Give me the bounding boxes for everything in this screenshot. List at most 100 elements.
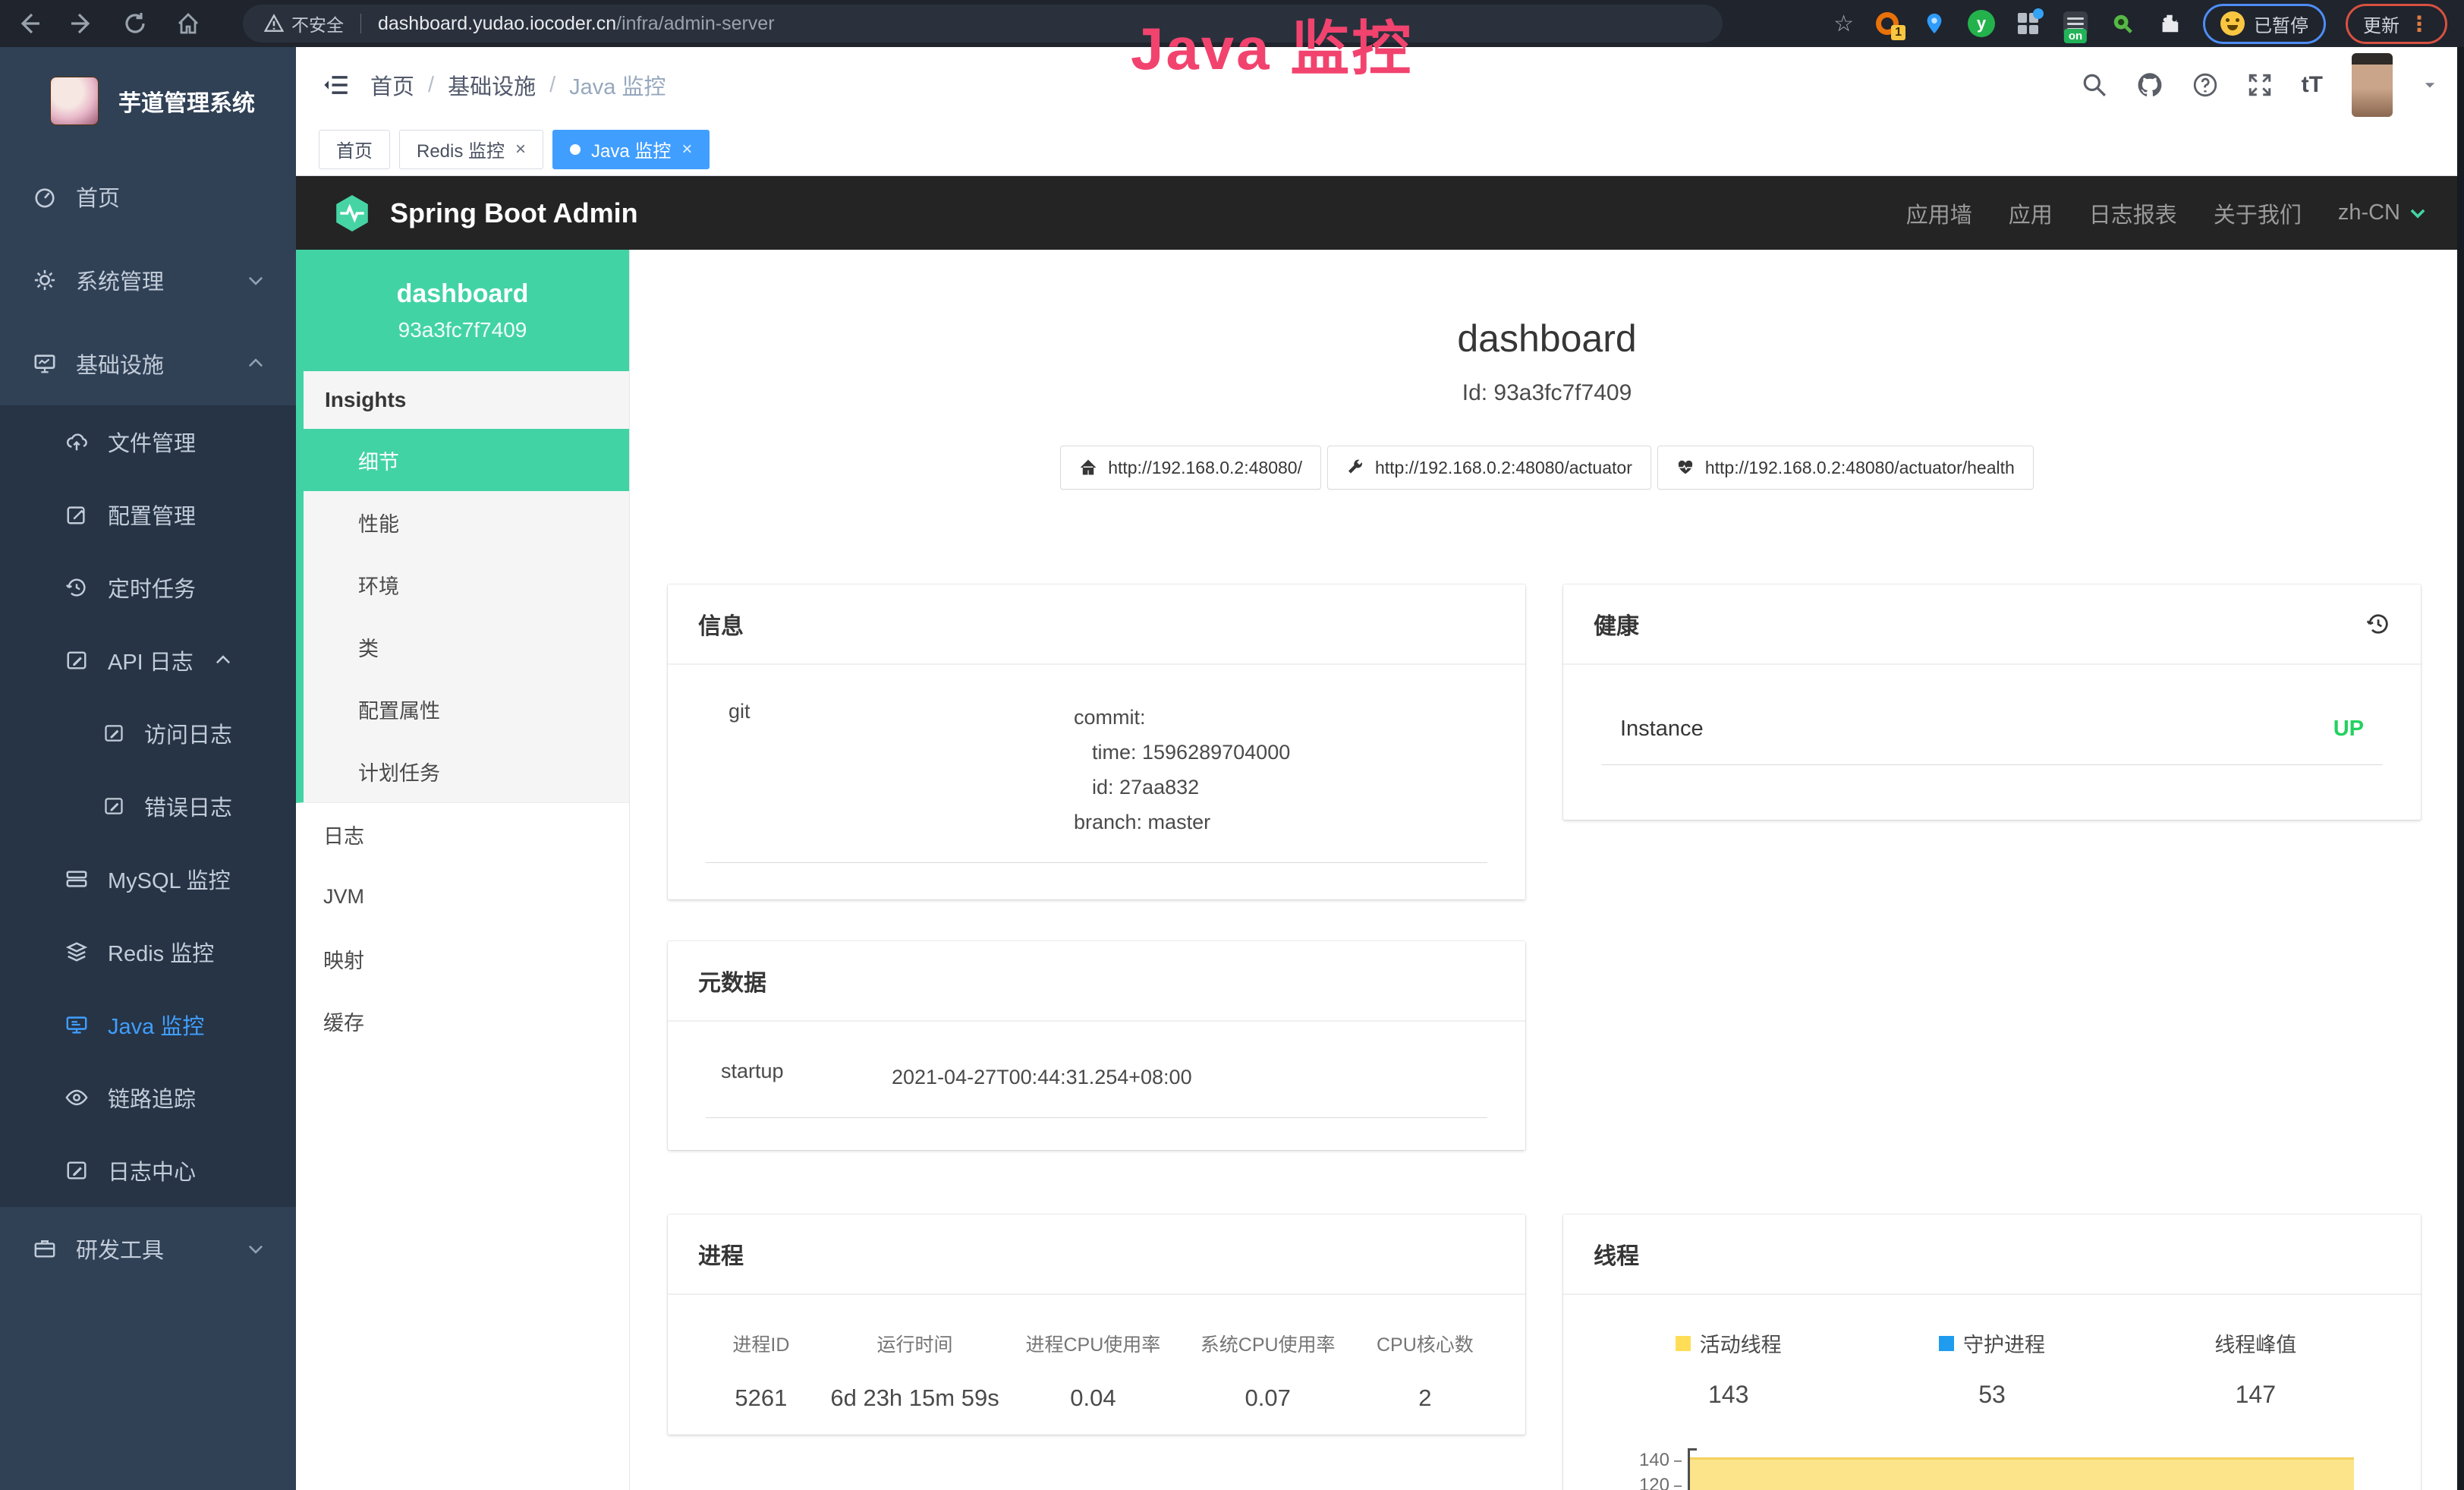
sba-menu-jvm[interactable]: JVM (296, 865, 629, 928)
extension-pin-icon[interactable] (1921, 10, 1948, 37)
sba-locale-select[interactable]: zh-CN (2338, 200, 2428, 225)
col-value: 6d 23h 15m 59s (824, 1384, 1005, 1412)
col-value: 5261 (698, 1384, 824, 1412)
sidebar-item-mysql[interactable]: MySQL 监控 (0, 843, 296, 915)
search-icon[interactable] (2082, 72, 2107, 98)
sidebar-item-files[interactable]: 文件管理 (0, 405, 296, 478)
reload-icon[interactable] (123, 11, 147, 36)
sba-menu-scheduled-tasks[interactable]: 计划任务 (304, 740, 629, 802)
sidebar-item-java-monitor[interactable]: Java 监控 (0, 988, 296, 1061)
sidebar-item-infra[interactable]: 基础设施 (0, 322, 296, 405)
tab-redis-monitor[interactable]: Redis 监控× (399, 130, 543, 169)
sba-nav-about[interactable]: 关于我们 (2214, 197, 2302, 229)
sidebar-item-jobs[interactable]: 定时任务 (0, 551, 296, 624)
sba-menu-logs[interactable]: 日志 (296, 803, 629, 865)
bookmark-star-icon[interactable]: ☆ (1833, 11, 1854, 37)
git-branch-line: branch: master (1074, 805, 1487, 840)
extensions-puzzle-icon[interactable] (2156, 10, 2183, 37)
extension-grid-icon[interactable] (2015, 10, 2042, 37)
window-scrollbar[interactable] (2457, 47, 2464, 1490)
paused-profile-pill[interactable]: 已暂停 (2203, 4, 2326, 44)
sidebar-item-config[interactable]: 配置管理 (0, 478, 296, 551)
screen: 不安全 dashboard.yudao.iocoder.cn/infra/adm… (0, 0, 2464, 1490)
sidebar-item-log-center[interactable]: 日志中心 (0, 1134, 296, 1207)
extension-orange-icon[interactable]: 1 (1874, 10, 1901, 37)
sidebar-item-access-log[interactable]: 访问日志 (0, 697, 296, 770)
sidebar-item-api-log[interactable]: API 日志 (0, 624, 296, 697)
divider (1601, 764, 2383, 765)
service-url-button[interactable]: http://192.168.0.2:48080/ (1060, 446, 1321, 490)
security-warning[interactable]: 不安全 (264, 11, 344, 36)
col-header: 进程ID (698, 1330, 824, 1357)
locale-label: zh-CN (2338, 200, 2400, 225)
sba-menu-classes[interactable]: 类 (304, 616, 629, 678)
health-instance-label: Instance (1620, 717, 1704, 742)
github-icon[interactable] (2136, 71, 2163, 99)
app-logo[interactable]: 芋道管理系统 (0, 47, 296, 155)
sba-menu-details[interactable]: 细节 (296, 429, 629, 491)
home-icon[interactable] (176, 11, 200, 36)
sidebar-collapse-icon[interactable] (322, 71, 349, 99)
tab-close-icon[interactable]: × (681, 140, 692, 159)
app-title: 芋道管理系统 (118, 84, 255, 118)
sidebar-item-error-log[interactable]: 错误日志 (0, 770, 296, 843)
card-title: 元数据 (698, 964, 766, 997)
tab-close-icon[interactable]: × (515, 140, 526, 159)
process-card: 进程 进程ID 5261 运行时间 6d 23h 15m 59s (668, 1214, 1525, 1435)
update-button[interactable]: 更新⋮ (2346, 4, 2447, 44)
breadcrumb-home[interactable]: 首页 (370, 69, 414, 101)
sidebar-item-system[interactable]: 系统管理 (0, 238, 296, 322)
extension-y-icon[interactable]: y (1968, 10, 1995, 37)
fullscreen-icon[interactable] (2247, 72, 2273, 98)
stat-value: 147 (2124, 1381, 2387, 1409)
font-size-icon[interactable]: tT (2302, 72, 2323, 98)
stat-label: 守护进程 (1963, 1328, 2045, 1358)
sba-brand[interactable]: Spring Boot Admin (332, 194, 638, 233)
sba-nav-wallboard[interactable]: 应用墙 (1906, 197, 1972, 229)
user-avatar[interactable] (2352, 53, 2393, 117)
stat-daemon-threads: 守护进程 53 (1860, 1328, 2123, 1409)
tab-home[interactable]: 首页 (319, 130, 390, 169)
breadcrumb-current: Java 监控 (569, 69, 666, 101)
user-menu-caret-icon[interactable] (2422, 77, 2438, 93)
wrench-icon (1346, 458, 1364, 477)
threads-card: 线程 活动线程 143 守护进程 53 线 (1563, 1214, 2421, 1490)
process-col-pid: 进程ID 5261 (698, 1330, 824, 1412)
git-commit-line: commit: (1074, 700, 1487, 735)
page-annotation: Java 监控 (1131, 2, 1413, 87)
sba-menu-environment[interactable]: 环境 (304, 553, 629, 616)
forward-icon[interactable] (70, 11, 94, 36)
address-bar[interactable]: 不安全 dashboard.yudao.iocoder.cn/infra/adm… (243, 5, 1723, 43)
sba-hexagon-logo-icon (332, 194, 372, 233)
sidebar-item-dev-tools[interactable]: 研发工具 (0, 1207, 296, 1290)
server-icon (65, 868, 88, 890)
health-card: 健康 Instance UP (1563, 584, 2421, 820)
health-url-button[interactable]: http://192.168.0.2:48080/actuator/health (1657, 446, 2034, 490)
col-header: 进程CPU使用率 (1005, 1330, 1180, 1357)
sba-nav-applications[interactable]: 应用 (2009, 197, 2053, 229)
breadcrumb-infra[interactable]: 基础设施 (448, 69, 536, 101)
browser-menu-icon[interactable]: ⋮ (2409, 11, 2430, 36)
sba-menu-metrics[interactable]: 性能 (304, 491, 629, 553)
stat-value: 143 (1597, 1381, 1860, 1409)
health-status-badge: UP (2333, 717, 2364, 742)
sidebar-item-home[interactable]: 首页 (0, 155, 296, 238)
stat-peak-threads: 线程峰值 147 (2124, 1328, 2387, 1409)
sba-menu-config-props[interactable]: 配置属性 (304, 678, 629, 740)
tab-java-monitor[interactable]: Java 监控× (552, 130, 710, 169)
sidebar-item-redis[interactable]: Redis 监控 (0, 915, 296, 988)
help-icon[interactable] (2192, 72, 2218, 98)
chevron-down-icon (246, 270, 266, 290)
gear-icon (33, 269, 56, 291)
back-icon[interactable] (17, 11, 41, 36)
sba-instance-header[interactable]: dashboard 93a3fc7f7409 (296, 250, 629, 371)
cloud-upload-icon (65, 430, 88, 453)
sidebar-item-tracing[interactable]: 链路追踪 (0, 1061, 296, 1134)
extension-magnifier-icon[interactable] (2109, 10, 2136, 37)
history-icon[interactable] (2365, 611, 2390, 637)
sba-menu-caches[interactable]: 缓存 (296, 990, 629, 1052)
sba-nav-journal[interactable]: 日志报表 (2089, 197, 2177, 229)
actuator-url-button[interactable]: http://192.168.0.2:48080/actuator (1327, 446, 1651, 490)
sba-menu-mappings[interactable]: 映射 (296, 928, 629, 990)
extension-on-icon[interactable]: on (2062, 10, 2089, 37)
